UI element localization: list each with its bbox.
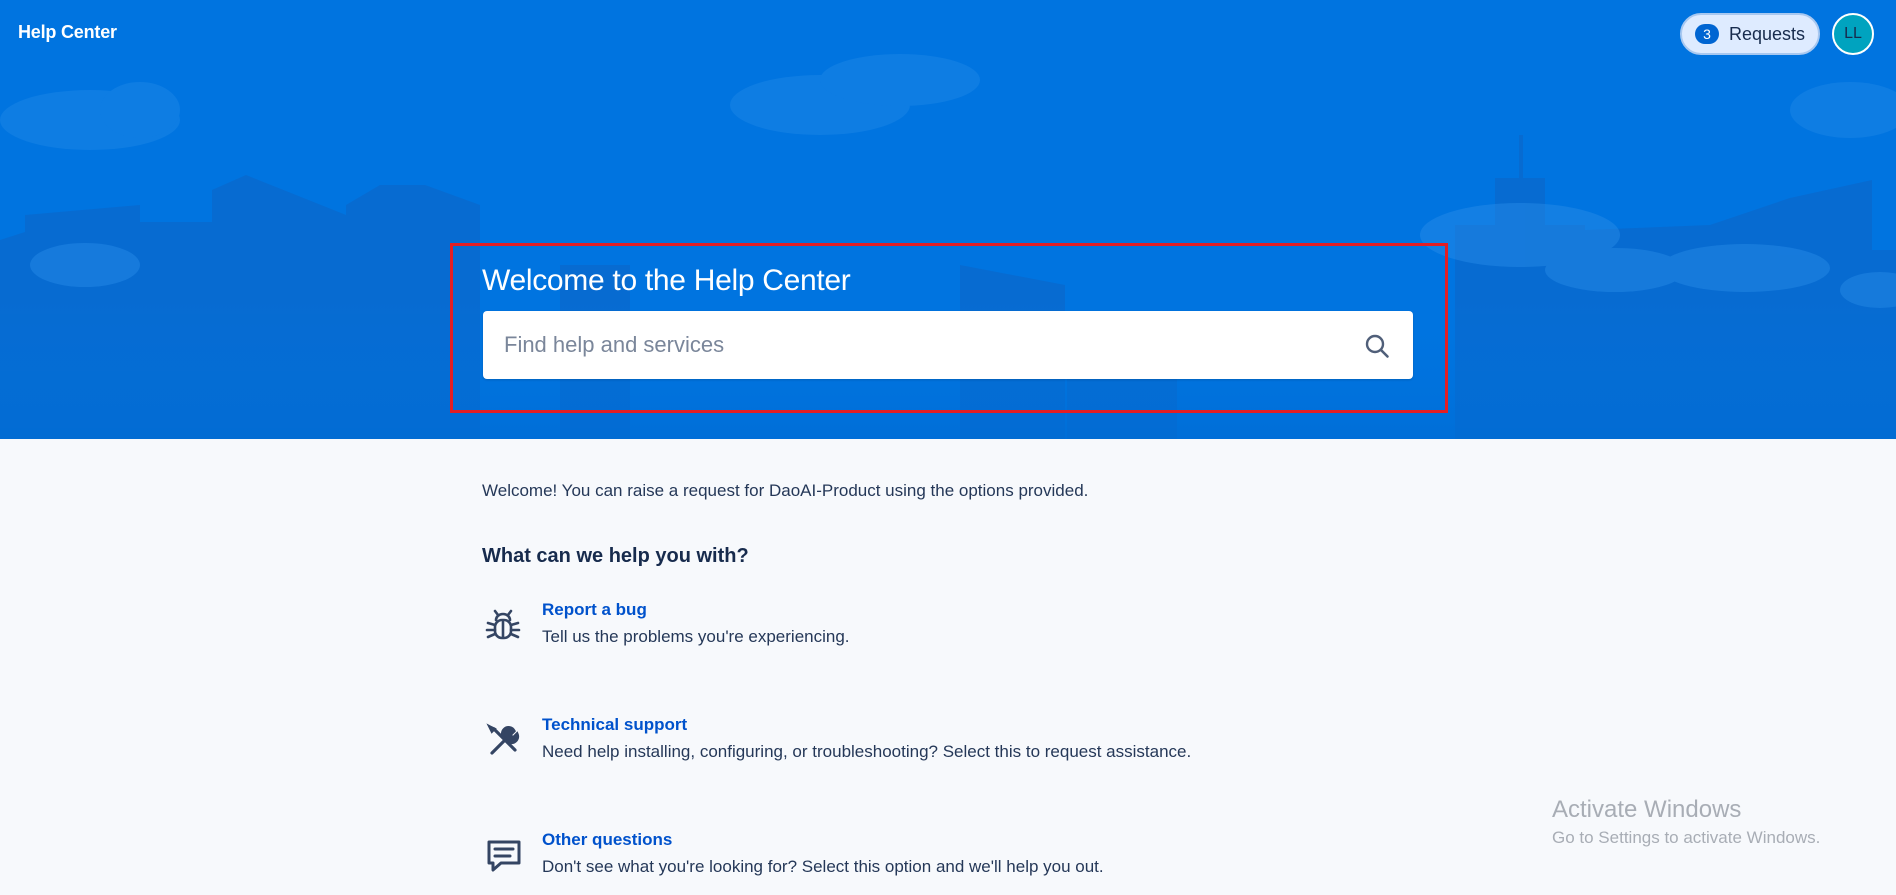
- requests-button[interactable]: 3 Requests: [1680, 13, 1820, 55]
- option-description: Tell us the problems you're experiencing…: [542, 627, 850, 646]
- option-title[interactable]: Other questions: [542, 830, 672, 850]
- option-report-a-bug[interactable]: Report a bug Tell us the problems you're…: [482, 598, 1282, 658]
- intro-text: Welcome! You can raise a request for Dao…: [482, 481, 1089, 500]
- requests-label: Requests: [1728, 23, 1806, 44]
- page-title: Welcome to the Help Center: [482, 264, 851, 297]
- search-box: [483, 311, 1413, 379]
- option-title[interactable]: Technical support: [542, 715, 687, 735]
- watermark-title: Activate Windows: [1552, 796, 1742, 823]
- section-heading: What can we help you with?: [482, 545, 749, 567]
- windows-activation-watermark: Activate Windows Go to Settings to activ…: [1552, 795, 1820, 850]
- option-other-questions[interactable]: Other questions Don't see what you're lo…: [482, 828, 1282, 888]
- option-title[interactable]: Report a bug: [542, 600, 647, 620]
- watermark-subtitle: Go to Settings to activate Windows.: [1552, 828, 1821, 847]
- search-input[interactable]: [483, 311, 1343, 379]
- bug-icon: [485, 609, 521, 640]
- option-technical-support[interactable]: Technical support Need help installing, …: [482, 713, 1282, 773]
- option-description: Don't see what you're looking for? Selec…: [542, 857, 1104, 876]
- requests-count-badge: 3: [1694, 24, 1719, 44]
- help-center-brand[interactable]: Help Center: [18, 22, 117, 43]
- user-avatar[interactable]: LL: [1832, 13, 1874, 55]
- option-description: Need help installing, configuring, or tr…: [542, 742, 1192, 761]
- tools-icon: [486, 723, 520, 755]
- hero-banner: Help Center 3 Requests LL Welcome to the…: [0, 0, 1896, 439]
- chat-icon: [487, 840, 521, 872]
- search-icon[interactable]: [1364, 333, 1390, 359]
